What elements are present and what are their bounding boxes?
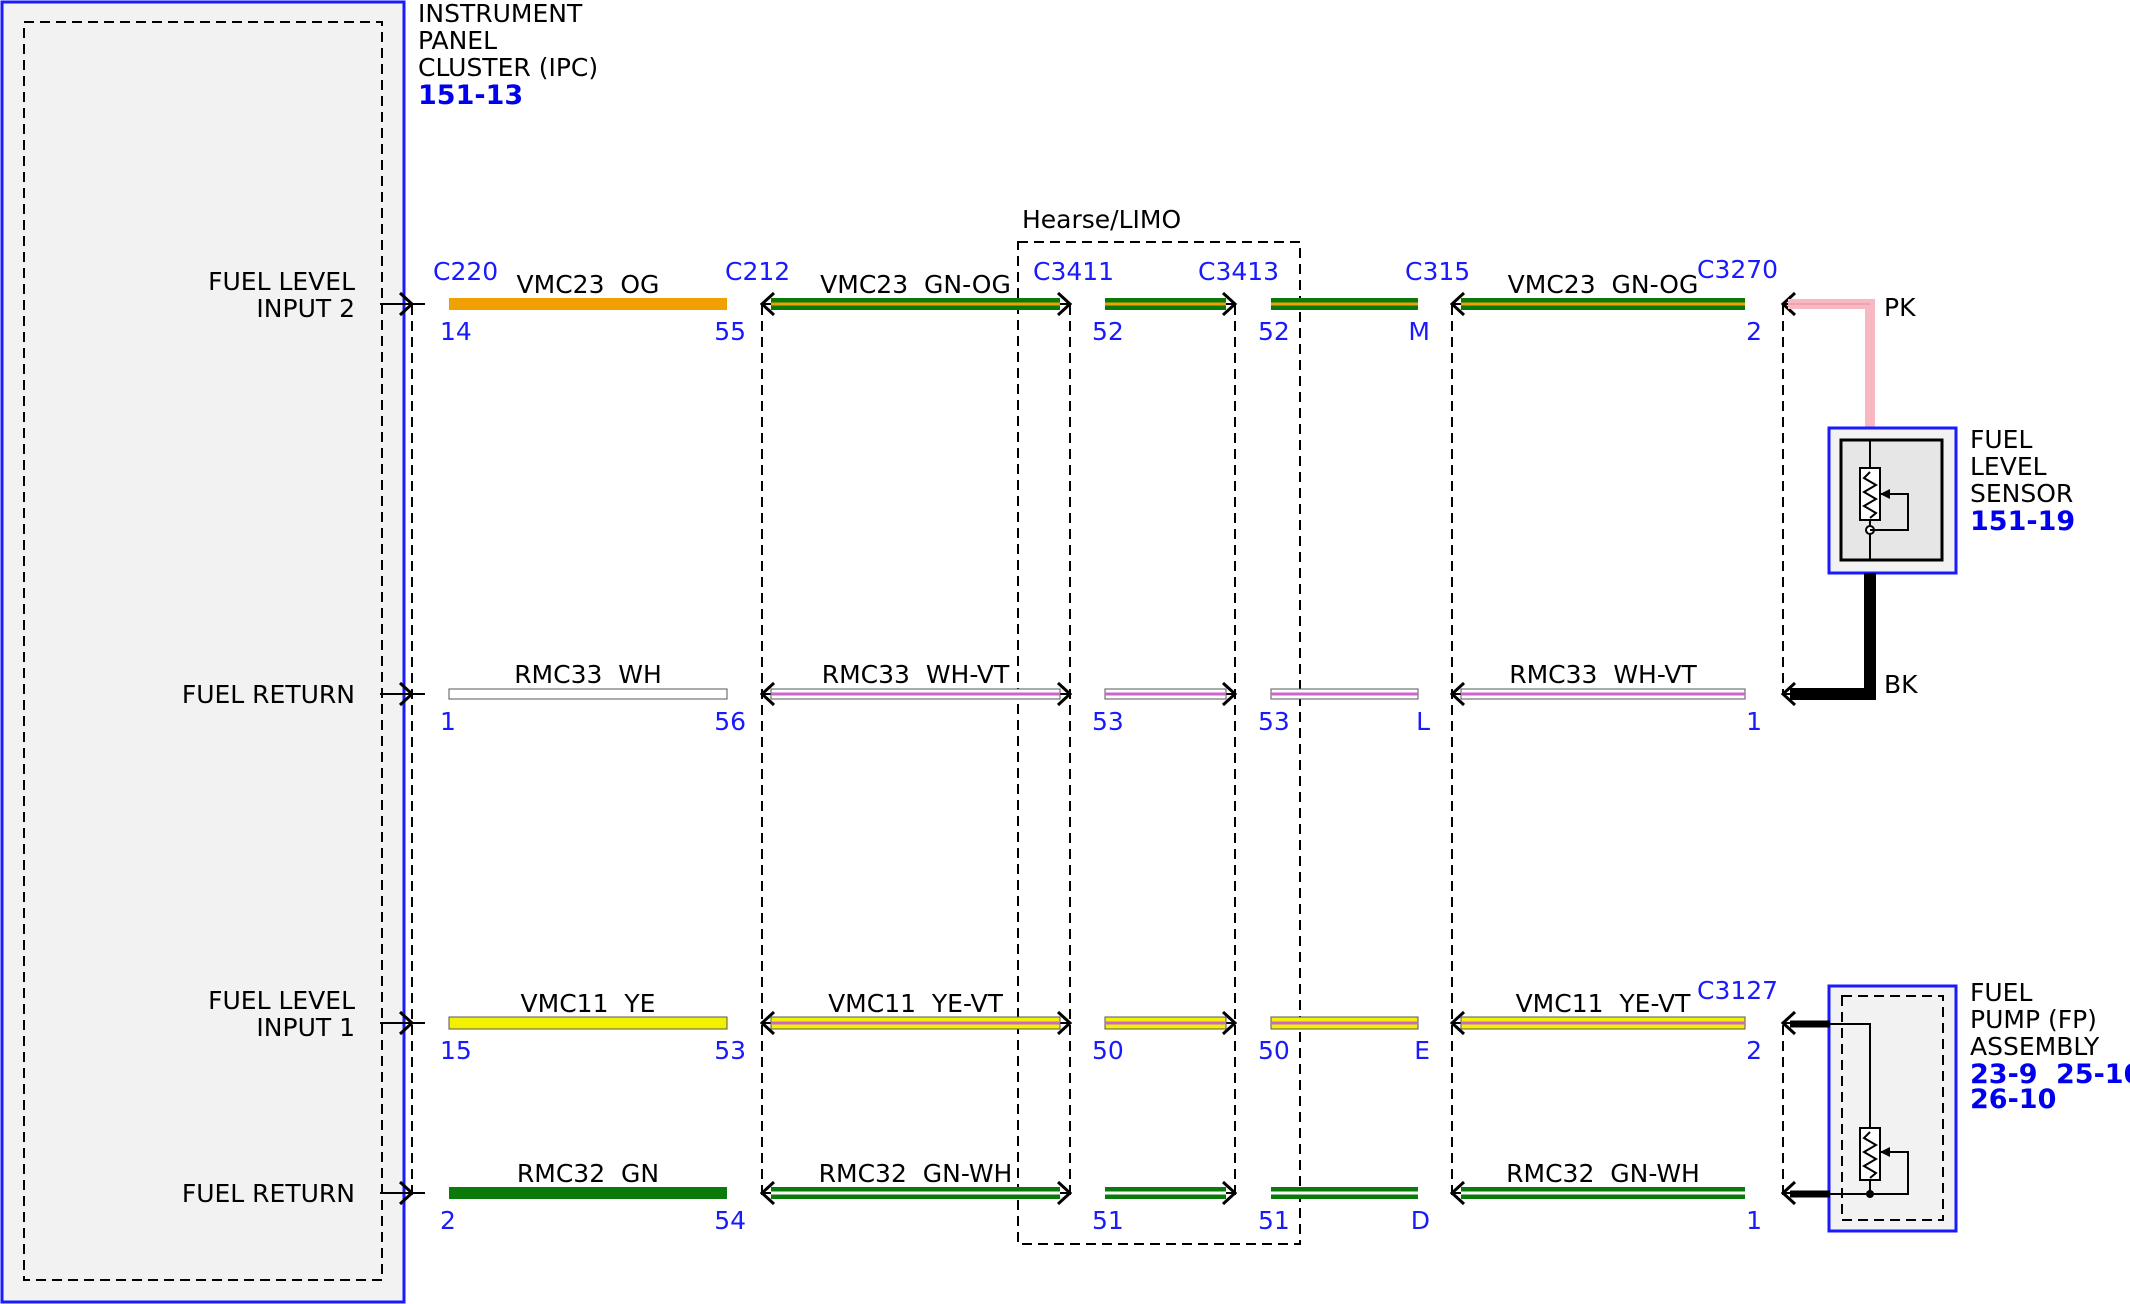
row-0-pin-4: M <box>1408 317 1430 346</box>
row-0-label-1: INPUT 2 <box>256 294 355 323</box>
connector-c3413[interactable]: C3413 <box>1198 257 1279 286</box>
row-2-pin-2: 50 <box>1092 1036 1124 1065</box>
wiring-diagram: INSTRUMENT PANEL CLUSTER (IPC) 151-13 He… <box>0 0 2130 1304</box>
row-3-circuit-label-1: RMC32 GN-WH <box>819 1159 1013 1188</box>
connector-c315[interactable]: C315 <box>1405 257 1470 286</box>
connector-c3127[interactable]: C3127 <box>1697 976 1778 1005</box>
row-3-pin-2: 51 <box>1092 1206 1124 1235</box>
fuel-level-sensor[interactable]: FUEL LEVEL SENSOR 151-19 PK BK <box>1788 293 2075 700</box>
pk-wire <box>1788 299 1875 430</box>
row-0-circuit-label-1: VMC23 GN-OG <box>820 270 1011 299</box>
pump-title-line-3: ASSEMBLY <box>1970 1032 2100 1061</box>
row-0-circuit-label-0: VMC23 OG <box>517 270 660 299</box>
row-1-wire-3-stripe <box>1271 692 1418 696</box>
row-1-pin-4: L <box>1416 707 1430 736</box>
row-3-wire-1-stripe <box>771 1191 1060 1195</box>
pump-title-line-2: PUMP (FP) <box>1970 1005 2097 1034</box>
row-2-circuit-label-0: VMC11 YE <box>521 989 656 1018</box>
pump-ref-link-2[interactable]: 25-10 <box>2056 1059 2130 1090</box>
row-3-wire-2-stripe <box>1105 1191 1226 1195</box>
row-1-wire-2-stripe <box>1105 692 1226 696</box>
row-0-pin-0: 14 <box>440 317 472 346</box>
row-2-wire-3-stripe <box>1271 1021 1418 1025</box>
row-3-pin-1: 54 <box>714 1206 746 1235</box>
row-1-wire-1-stripe <box>771 692 1060 696</box>
row-3-wire-3-stripe <box>1271 1191 1418 1195</box>
row-1-pin-0: 1 <box>440 707 456 736</box>
row-2-pin-5: 2 <box>1746 1036 1762 1065</box>
connector-c212[interactable]: C212 <box>725 257 790 286</box>
sensor-title-line-3: SENSOR <box>1970 479 2073 508</box>
row-2-wire-0 <box>448 1016 728 1030</box>
pump-title-line-1: FUEL <box>1970 978 2032 1007</box>
row-0-wire-3-stripe <box>1271 302 1418 306</box>
row-2-circuit-label-1: VMC11 YE-VT <box>828 989 1004 1018</box>
row-2-circuit-label-4: VMC11 YE-VT <box>1516 989 1692 1018</box>
row-2-label-1: INPUT 1 <box>256 1013 355 1042</box>
row-2-pin-4: E <box>1414 1036 1430 1065</box>
row-0-wire-2-stripe <box>1105 302 1226 306</box>
row-0-pin-5: 2 <box>1746 317 1762 346</box>
hearse-limo-label: Hearse/LIMO <box>1022 205 1181 234</box>
row-0-wire-1-stripe <box>771 302 1060 306</box>
row-3-circuit-label-0: RMC32 GN <box>517 1159 659 1188</box>
row-3-pin-4: D <box>1411 1206 1430 1235</box>
row-1-pin-2: 53 <box>1092 707 1124 736</box>
row-1-circuit-label-4: RMC33 WH-VT <box>1509 660 1697 689</box>
row-3-pin-3: 51 <box>1258 1206 1290 1235</box>
row-0-wire-0 <box>449 298 727 310</box>
row-2-label-0: FUEL LEVEL <box>208 986 355 1015</box>
row-3-pin-5: 1 <box>1746 1206 1762 1235</box>
connector-names: C220 C212 C3411 C3413 C315 C3270 C3127 <box>433 255 1778 1005</box>
ipc-title-line-3: CLUSTER (IPC) <box>418 53 598 82</box>
row-0-pin-2: 52 <box>1092 317 1124 346</box>
connector-c3411[interactable]: C3411 <box>1033 257 1114 286</box>
hearse-limo-outline <box>1017 241 1301 1245</box>
row-3-wire-4-stripe <box>1461 1191 1745 1195</box>
ipc-module[interactable] <box>0 0 406 1304</box>
row-2-pin-1: 53 <box>714 1036 746 1065</box>
row-2-pin-0: 15 <box>440 1036 472 1065</box>
ipc-box <box>0 0 406 1304</box>
row-0-pin-3: 52 <box>1258 317 1290 346</box>
bk-wire <box>1790 573 1876 700</box>
row-2-wire-4-stripe <box>1461 1021 1745 1025</box>
row-1-circuit-label-0: RMC33 WH <box>514 660 662 689</box>
row-1-circuit-label-1: RMC33 WH-VT <box>822 660 1010 689</box>
row-1-pin-1: 56 <box>714 707 746 736</box>
connector-c220[interactable]: C220 <box>433 257 498 286</box>
row-1-pin-3: 53 <box>1258 707 1290 736</box>
row-0-circuit-label-4: VMC23 GN-OG <box>1508 270 1699 299</box>
pump-ref-link-3[interactable]: 26-10 <box>1970 1084 2056 1115</box>
row-3-pin-0: 2 <box>440 1206 456 1235</box>
sensor-title-line-1: FUEL <box>1970 425 2032 454</box>
row-2-wire-2-stripe <box>1105 1021 1226 1025</box>
row-3-circuit-label-4: RMC32 GN-WH <box>1506 1159 1700 1188</box>
bk-wire-label: BK <box>1884 670 1918 699</box>
connector-c3270[interactable]: C3270 <box>1697 255 1778 284</box>
ipc-title: INSTRUMENT PANEL CLUSTER (IPC) 151-13 <box>418 0 598 111</box>
row-1-pin-5: 1 <box>1746 707 1762 736</box>
sensor-ref-link[interactable]: 151-19 <box>1970 506 2075 537</box>
row-0-pin-1: 55 <box>714 317 746 346</box>
fuel-pump-assembly[interactable]: FUEL PUMP (FP) ASSEMBLY 23-9 25-10 26-10 <box>1790 978 2130 1233</box>
row-3-wire-0 <box>449 1187 727 1199</box>
row-0-wire-4-stripe <box>1461 302 1745 306</box>
circuit-rows: FUEL LEVELINPUT 2VMC23 OG VMC23 GN-OG VMC2… <box>182 267 1809 1235</box>
row-0-label-0: FUEL LEVEL <box>208 267 355 296</box>
ipc-title-line-1: INSTRUMENT <box>418 0 583 28</box>
row-1-wire-0 <box>448 688 728 700</box>
sensor-inner <box>1839 438 1944 562</box>
row-1-label-0: FUEL RETURN <box>182 680 355 709</box>
row-2-wire-1-stripe <box>771 1021 1060 1025</box>
row-2-pin-3: 50 <box>1258 1036 1290 1065</box>
pk-wire-label: PK <box>1884 293 1916 322</box>
row-3-label-0: FUEL RETURN <box>182 1179 355 1208</box>
sensor-title-line-2: LEVEL <box>1970 452 2047 481</box>
ipc-title-line-2: PANEL <box>418 26 497 55</box>
row-1-wire-4-stripe <box>1461 692 1745 696</box>
ipc-ref-link[interactable]: 151-13 <box>418 80 523 111</box>
